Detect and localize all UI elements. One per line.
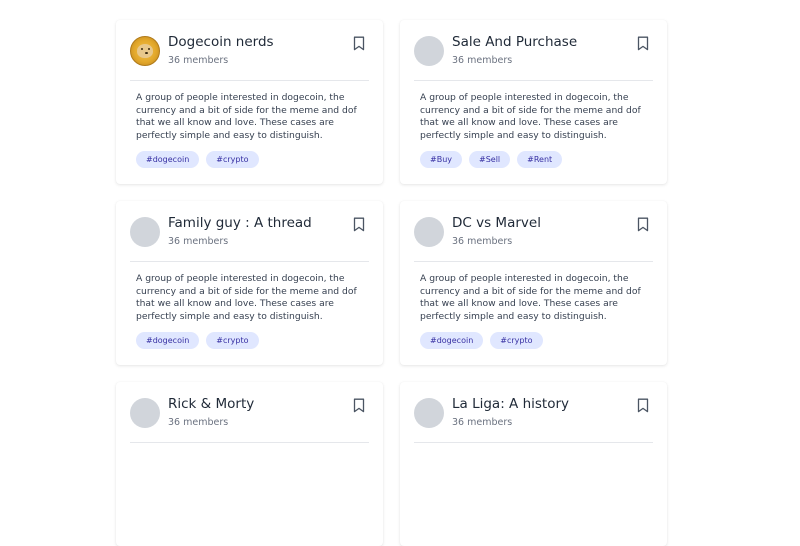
tag-chip[interactable]: #dogecoin: [420, 332, 484, 349]
group-card-la-liga[interactable]: La Liga: A history 36 members: [400, 382, 667, 546]
group-description: A group of people interested in dogecoin…: [420, 92, 641, 141]
avatar: [414, 217, 444, 247]
card-divider: [130, 261, 369, 262]
tag-chip[interactable]: #crypto: [206, 151, 259, 168]
card-header: DC vs Marvel 36 members: [414, 215, 653, 265]
group-card-sale-and-purchase[interactable]: Sale And Purchase 36 members A group of …: [400, 20, 667, 184]
tag-list: #dogecoin #crypto: [136, 332, 259, 349]
group-title[interactable]: DC vs Marvel: [452, 215, 541, 231]
dogecoin-avatar: [130, 36, 160, 66]
tag-list: #Buy #Sell #Rent: [420, 151, 563, 168]
card-divider: [414, 261, 653, 262]
group-card-grid: Dogecoin nerds 36 members A group of peo…: [116, 20, 667, 546]
avatar: [414, 36, 444, 66]
tag-list: #dogecoin #crypto: [420, 332, 543, 349]
tag-chip[interactable]: #crypto: [206, 332, 259, 349]
member-count: 36 members: [168, 55, 229, 66]
avatar: [130, 217, 160, 247]
member-count: 36 members: [452, 236, 513, 247]
tag-chip[interactable]: #crypto: [490, 332, 543, 349]
avatar: [414, 398, 444, 428]
group-title[interactable]: Family guy : A thread: [168, 215, 312, 231]
doge-eye-icon: [141, 48, 143, 50]
group-card-rick-and-morty[interactable]: Rick & Morty 36 members: [116, 382, 383, 546]
group-description: A group of people interested in dogecoin…: [420, 273, 641, 322]
bookmark-icon[interactable]: [353, 398, 365, 413]
bookmark-icon[interactable]: [353, 217, 365, 232]
doge-nose-icon: [145, 52, 148, 54]
bookmark-icon[interactable]: [637, 36, 649, 51]
card-divider: [130, 442, 369, 443]
group-title[interactable]: Rick & Morty: [168, 396, 254, 412]
bookmark-icon[interactable]: [637, 398, 649, 413]
doge-eye-icon: [148, 48, 150, 50]
bookmark-icon[interactable]: [637, 217, 649, 232]
tag-chip[interactable]: #Rent: [517, 151, 563, 168]
group-title[interactable]: Dogecoin nerds: [168, 34, 274, 50]
bookmark-icon[interactable]: [353, 36, 365, 51]
card-divider: [414, 442, 653, 443]
card-header: Sale And Purchase 36 members: [414, 34, 653, 84]
card-divider: [130, 80, 369, 81]
tag-chip[interactable]: #Sell: [469, 151, 511, 168]
avatar: [130, 398, 160, 428]
member-count: 36 members: [168, 236, 229, 247]
member-count: 36 members: [452, 417, 513, 428]
card-header: Rick & Morty 36 members: [130, 396, 369, 446]
group-description: A group of people interested in dogecoin…: [136, 92, 357, 141]
card-header: La Liga: A history 36 members: [414, 396, 653, 446]
member-count: 36 members: [168, 417, 229, 428]
card-header: Family guy : A thread 36 members: [130, 215, 369, 265]
tag-chip[interactable]: #dogecoin: [136, 332, 200, 349]
group-card-dogecoin-nerds[interactable]: Dogecoin nerds 36 members A group of peo…: [116, 20, 383, 184]
group-description: A group of people interested in dogecoin…: [136, 273, 357, 322]
tag-list: #dogecoin #crypto: [136, 151, 259, 168]
member-count: 36 members: [452, 55, 513, 66]
group-title[interactable]: Sale And Purchase: [452, 34, 577, 50]
group-card-dc-vs-marvel[interactable]: DC vs Marvel 36 members A group of peopl…: [400, 201, 667, 365]
card-header: Dogecoin nerds 36 members: [130, 34, 369, 84]
card-divider: [414, 80, 653, 81]
tag-chip[interactable]: #Buy: [420, 151, 462, 168]
tag-chip[interactable]: #dogecoin: [136, 151, 200, 168]
doge-face-icon: [137, 44, 153, 58]
group-card-family-guy[interactable]: Family guy : A thread 36 members A group…: [116, 201, 383, 365]
group-title[interactable]: La Liga: A history: [452, 396, 569, 412]
